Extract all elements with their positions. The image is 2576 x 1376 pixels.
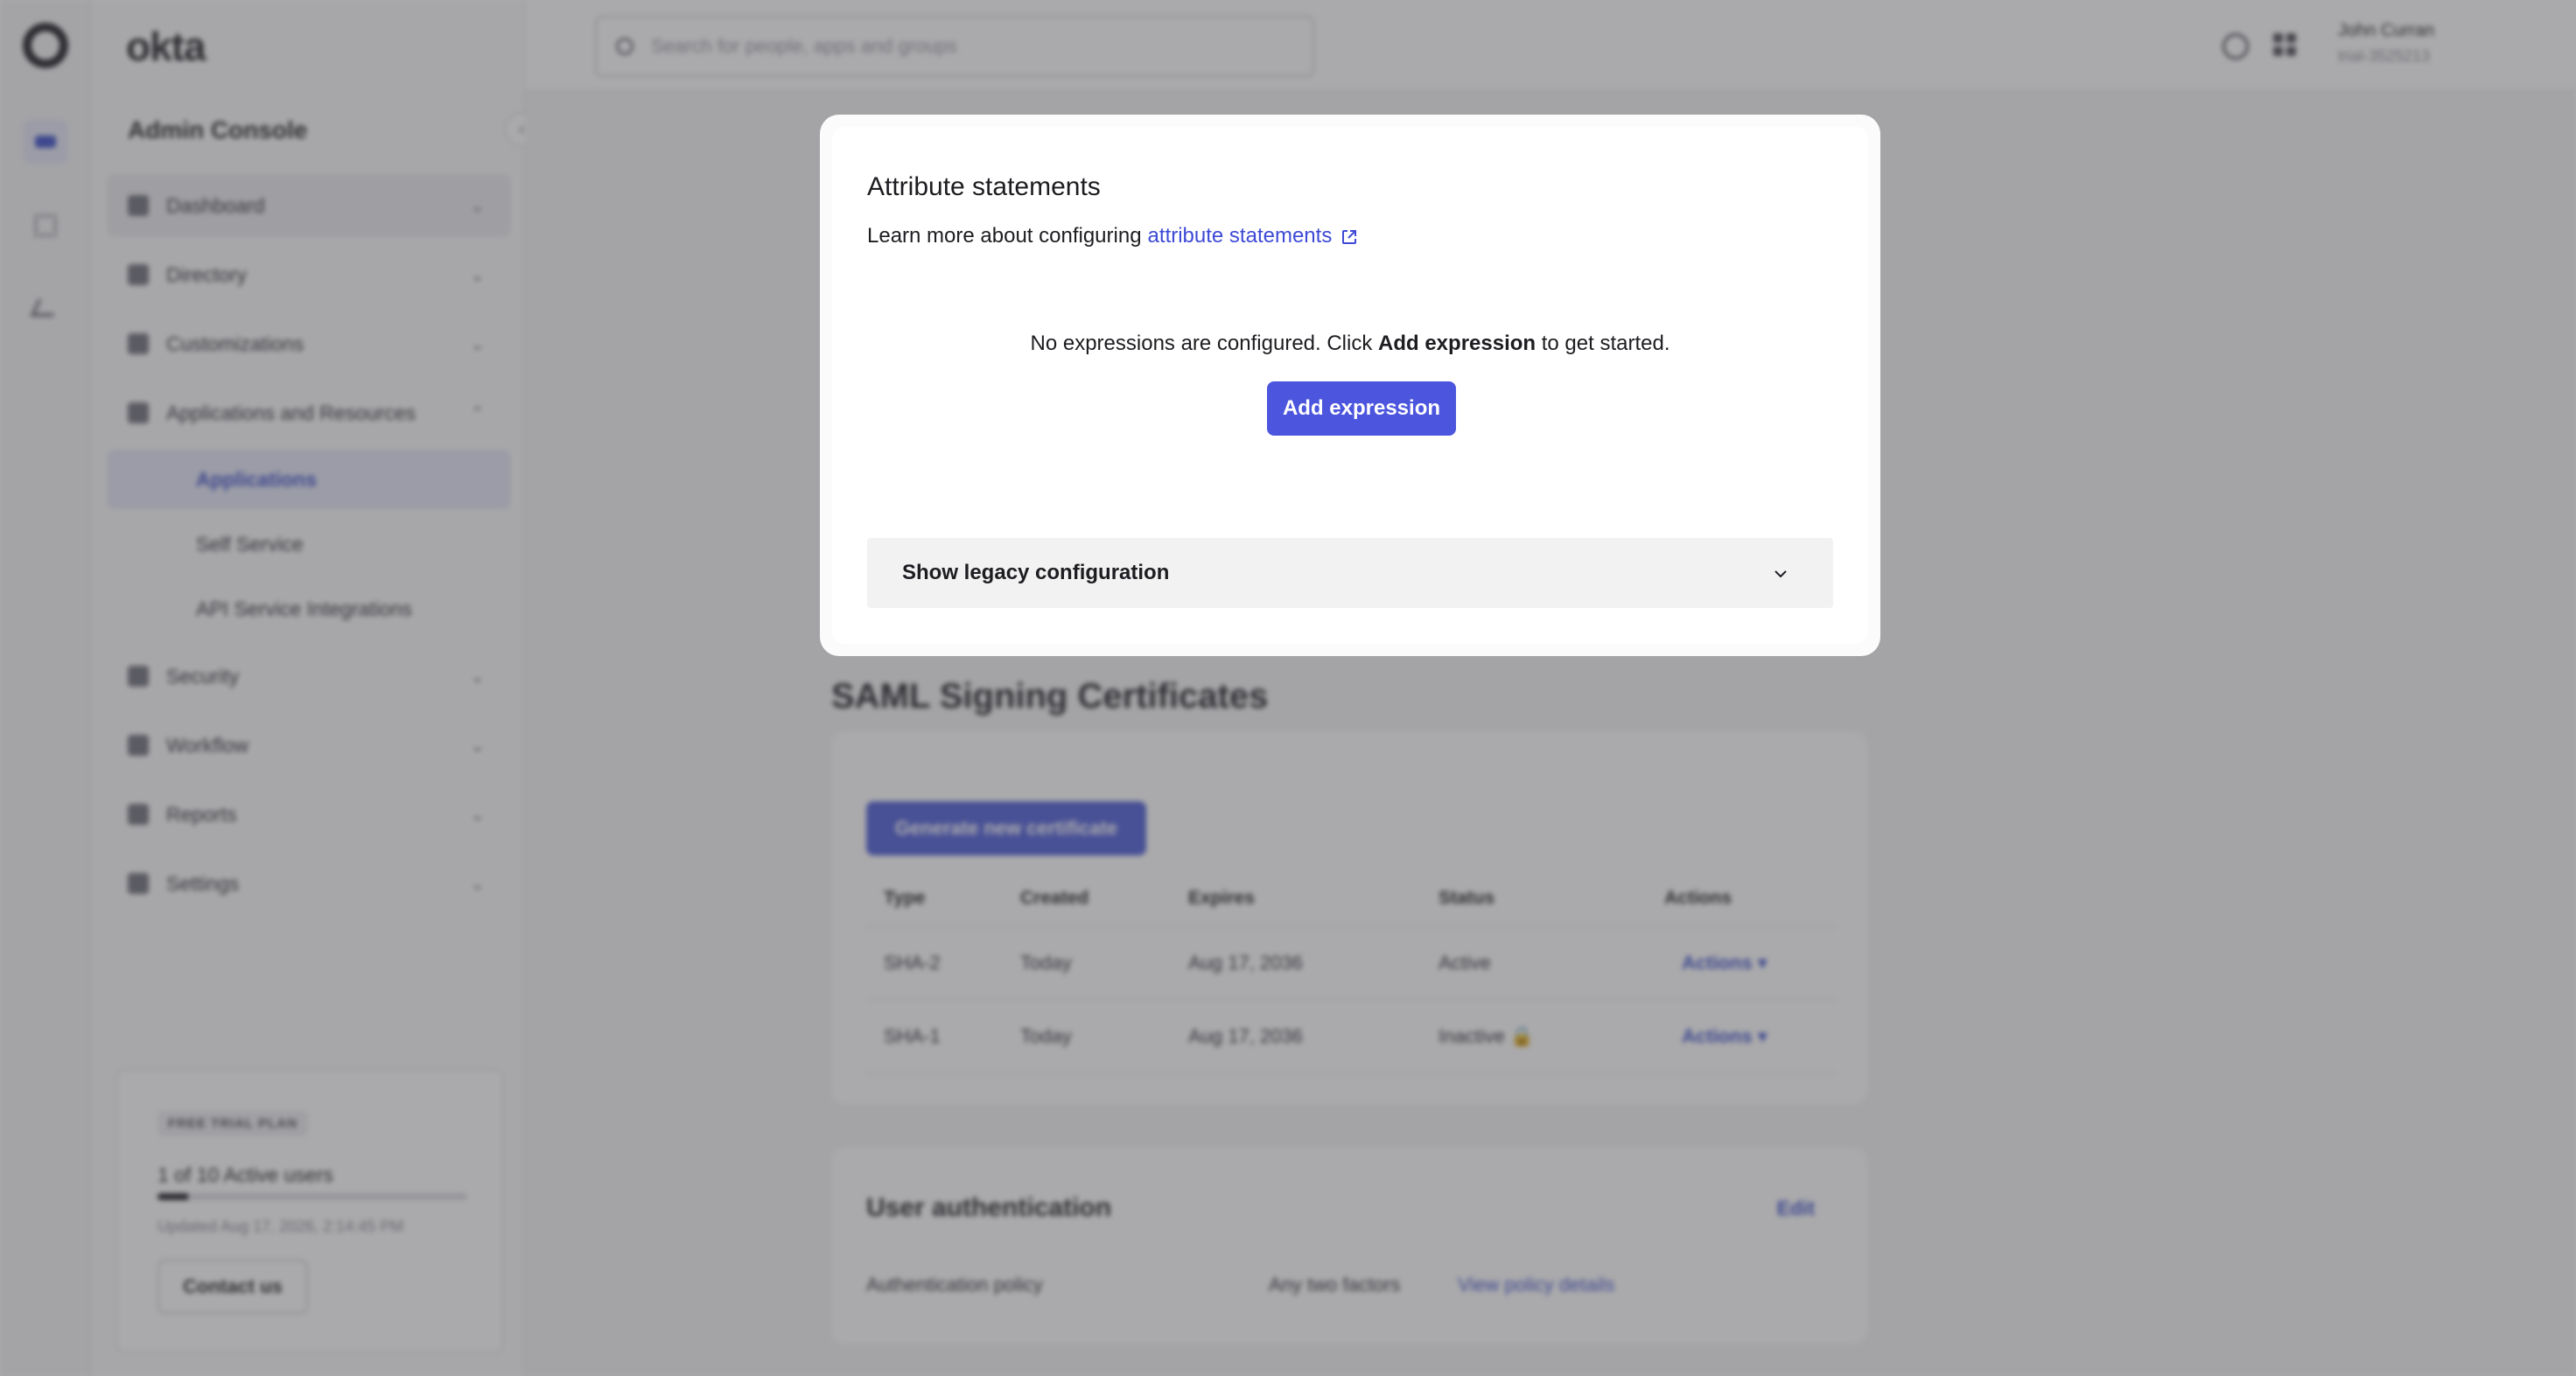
external-link-icon[interactable]	[1340, 227, 1358, 245]
learn-more-prefix: Learn more about configuring	[867, 224, 1142, 248]
add-expression-button[interactable]: Add expression	[1267, 381, 1456, 436]
learn-more-text: Learn more about configuring attribute s…	[867, 224, 1358, 248]
show-legacy-configuration-toggle[interactable]: Show legacy configuration	[867, 538, 1833, 608]
legacy-configuration-label: Show legacy configuration	[902, 561, 1170, 584]
empty-message-suffix: to get started.	[1541, 332, 1670, 355]
empty-state-message: No expressions are configured. Click Add…	[832, 332, 1868, 356]
attribute-statements-modal: Attribute statements Learn more about co…	[832, 127, 1868, 644]
modal-frame: Attribute statements Learn more about co…	[820, 115, 1880, 656]
attribute-statements-link[interactable]: attribute statements	[1148, 224, 1333, 248]
modal-title: Attribute statements	[867, 172, 1101, 201]
empty-message-prefix: No expressions are configured. Click	[1030, 332, 1373, 355]
chevron-down-icon	[1772, 564, 1789, 582]
empty-message-bold: Add expression	[1378, 332, 1536, 355]
